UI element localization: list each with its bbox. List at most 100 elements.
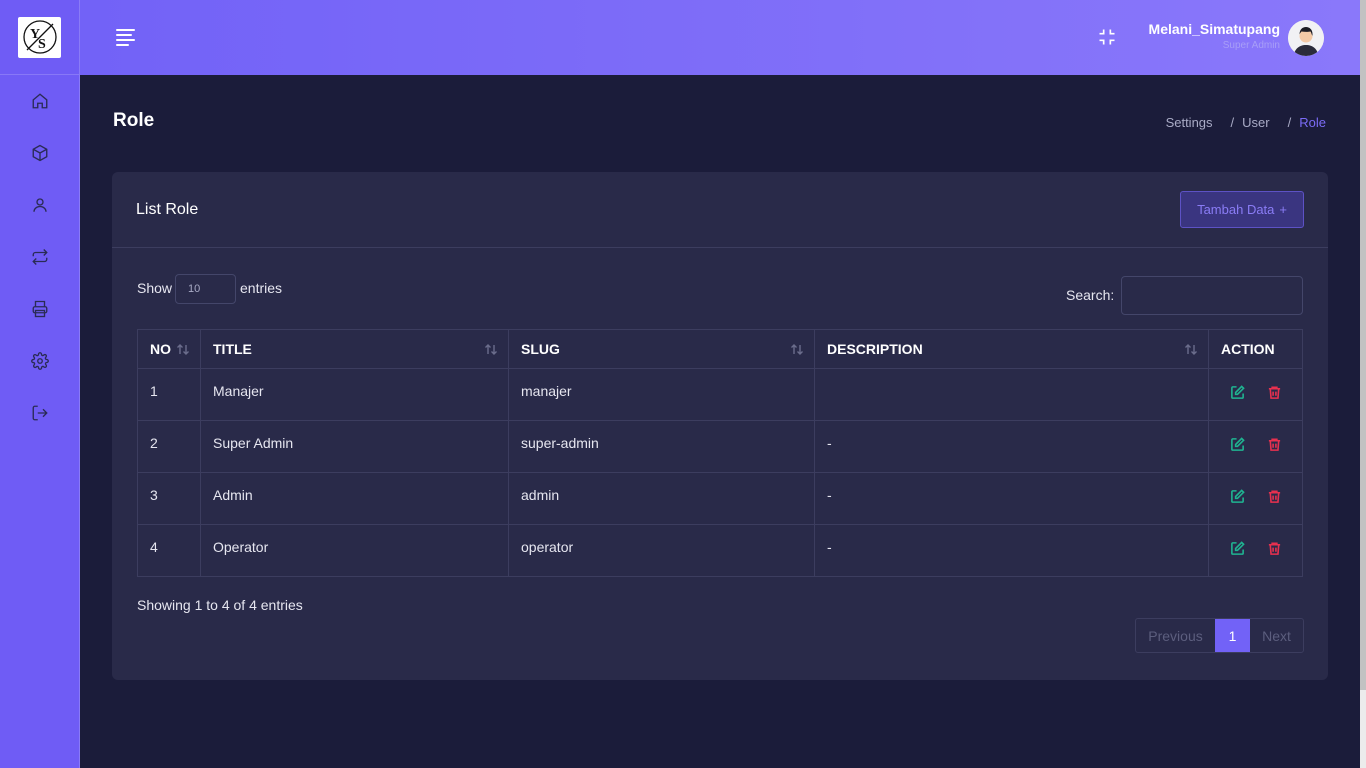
- column-header-description[interactable]: DESCRIPTION: [814, 329, 1209, 369]
- cell-slug: operator: [508, 524, 815, 577]
- scrollbar-thumb[interactable]: [1360, 0, 1366, 690]
- breadcrumb-settings[interactable]: Settings: [1166, 115, 1213, 130]
- top-header: Melani_Simatupang Super Admin: [80, 0, 1360, 75]
- sort-icon[interactable]: [790, 343, 804, 356]
- user-icon: [33, 198, 47, 212]
- box-icon: [32, 144, 48, 162]
- table-row: 1 Manajer manajer: [137, 368, 1303, 421]
- sort-icon[interactable]: [1184, 343, 1198, 356]
- delete-icon[interactable]: [1267, 385, 1282, 400]
- pagination: Previous 1 Next: [1135, 618, 1304, 653]
- sidebar-item-home[interactable]: [0, 75, 80, 127]
- cell-description: -: [814, 472, 1209, 525]
- table-header-row: NO TITLE SLUG DESCRIPTION ACTION: [137, 329, 1303, 369]
- sidebar-item-reports[interactable]: [0, 283, 80, 335]
- printer-icon: [32, 300, 48, 318]
- cell-slug: super-admin: [508, 420, 815, 473]
- entries-per-page-select[interactable]: 10: [175, 274, 236, 304]
- logo-icon: Y S: [22, 20, 57, 54]
- svg-text:S: S: [38, 37, 46, 52]
- delete-icon[interactable]: [1267, 541, 1282, 556]
- home-icon: [32, 93, 48, 109]
- cell-slug: admin: [508, 472, 815, 525]
- delete-icon[interactable]: [1267, 489, 1282, 504]
- column-label: ACTION: [1221, 341, 1275, 357]
- cell-action: [1208, 472, 1303, 525]
- cell-title: Operator: [200, 524, 509, 577]
- column-header-no[interactable]: NO: [137, 329, 201, 369]
- add-data-button[interactable]: Tambah Data +: [1180, 191, 1304, 228]
- cell-no: 4: [137, 524, 201, 577]
- edit-icon[interactable]: [1230, 489, 1245, 504]
- sidebar-item-transactions[interactable]: [0, 231, 80, 283]
- edit-icon[interactable]: [1230, 437, 1245, 452]
- column-label: DESCRIPTION: [827, 341, 923, 357]
- column-label: SLUG: [521, 341, 560, 357]
- edit-icon[interactable]: [1230, 385, 1245, 400]
- breadcrumb-separator: /: [1230, 115, 1235, 130]
- show-label: Show: [137, 280, 173, 296]
- entries-label: entries: [240, 280, 283, 296]
- cell-title: Manajer: [200, 368, 509, 421]
- table-row: 3 Admin admin -: [137, 472, 1303, 525]
- sidebar-item-users[interactable]: [0, 179, 80, 231]
- column-header-title[interactable]: TITLE: [200, 329, 509, 369]
- transfer-icon: [32, 249, 48, 265]
- breadcrumb: Settings / User / Role: [1166, 115, 1326, 130]
- roles-table: NO TITLE SLUG DESCRIPTION ACTION 1 Manaj…: [137, 329, 1303, 577]
- settings-icon: [31, 352, 49, 370]
- logo-area: Y S: [0, 0, 79, 75]
- sidebar-item-products[interactable]: [0, 127, 80, 179]
- sidebar-nav: [0, 75, 79, 439]
- user-role: Super Admin: [1222, 40, 1280, 51]
- delete-icon[interactable]: [1267, 437, 1282, 452]
- sort-icon[interactable]: [176, 343, 190, 356]
- cell-description: [814, 368, 1209, 421]
- menu-toggle-icon[interactable]: [116, 29, 135, 46]
- fullscreen-exit-icon[interactable]: [1097, 27, 1117, 47]
- role-list-card: List Role Tambah Data + Show 10 entries …: [112, 172, 1328, 680]
- table-row: 4 Operator operator -: [137, 524, 1303, 577]
- page-1-button[interactable]: 1: [1215, 619, 1250, 652]
- card-title: List Role: [136, 201, 199, 218]
- table-row: 2 Super Admin super-admin -: [137, 420, 1303, 473]
- page-title: Role: [113, 110, 155, 131]
- cell-action: [1208, 524, 1303, 577]
- user-name: Melani_Simatupang: [1148, 21, 1280, 37]
- breadcrumb-role: Role: [1299, 115, 1326, 130]
- breadcrumb-separator: /: [1287, 115, 1292, 130]
- user-info[interactable]: Melani_Simatupang Super Admin: [1149, 21, 1280, 51]
- add-data-label: Tambah Data: [1197, 202, 1275, 217]
- column-label: NO: [150, 341, 171, 357]
- plus-icon: +: [1279, 202, 1287, 217]
- search-label: Search:: [1066, 287, 1115, 303]
- card-header: List Role Tambah Data +: [112, 172, 1328, 248]
- cell-action: [1208, 368, 1303, 421]
- next-page-button[interactable]: Next: [1250, 619, 1303, 652]
- column-header-action: ACTION: [1208, 329, 1303, 369]
- avatar[interactable]: [1288, 20, 1324, 56]
- breadcrumb-user[interactable]: User: [1242, 115, 1269, 130]
- cell-action: [1208, 420, 1303, 473]
- cell-slug: manajer: [508, 368, 815, 421]
- cell-no: 3: [137, 472, 201, 525]
- cell-description: -: [814, 420, 1209, 473]
- sidebar: Y S: [0, 0, 80, 768]
- cell-no: 2: [137, 420, 201, 473]
- page-scrollbar[interactable]: [1360, 0, 1366, 768]
- cell-description: -: [814, 524, 1209, 577]
- avatar-icon: [1288, 20, 1324, 56]
- sort-icon[interactable]: [484, 343, 498, 356]
- previous-page-button[interactable]: Previous: [1136, 619, 1215, 652]
- column-header-slug[interactable]: SLUG: [508, 329, 815, 369]
- edit-icon[interactable]: [1230, 541, 1245, 556]
- sidebar-item-settings[interactable]: [0, 335, 80, 387]
- table-info: Showing 1 to 4 of 4 entries: [137, 597, 303, 613]
- sidebar-item-logout[interactable]: [0, 387, 80, 439]
- cell-title: Super Admin: [200, 420, 509, 473]
- cell-no: 1: [137, 368, 201, 421]
- search-input[interactable]: [1121, 276, 1303, 315]
- column-label: TITLE: [213, 341, 252, 357]
- app-logo[interactable]: Y S: [18, 16, 61, 58]
- cell-title: Admin: [200, 472, 509, 525]
